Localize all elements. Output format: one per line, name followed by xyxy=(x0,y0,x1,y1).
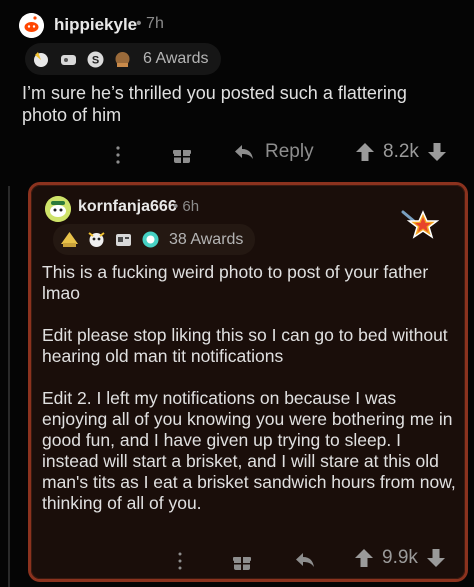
awards-count: 38 Awards xyxy=(169,230,244,248)
username[interactable]: kornfanja666 xyxy=(78,198,177,216)
award-icon xyxy=(88,232,105,247)
snoo-avatar-icon xyxy=(19,13,44,38)
svg-text:S: S xyxy=(92,54,99,66)
score: 9.9k xyxy=(382,547,418,568)
award-icon xyxy=(142,231,159,248)
snoo-avatar-icon xyxy=(45,196,71,222)
more-options-icon[interactable] xyxy=(174,550,186,572)
upvote-icon[interactable] xyxy=(354,547,374,569)
awards-bar[interactable]: 38 Awards xyxy=(53,224,256,255)
timestamp: • 6h xyxy=(173,198,200,215)
paragraph: This is a fucking weird photo to post of… xyxy=(42,262,429,303)
award-icon xyxy=(61,54,76,65)
comment-body: I’m sure he’s thrilled you posted such a… xyxy=(22,83,407,125)
thread-line[interactable] xyxy=(8,186,10,587)
gift-icon[interactable] xyxy=(172,145,192,165)
username[interactable]: hippiekyle xyxy=(54,15,137,35)
downvote-icon[interactable] xyxy=(426,547,446,569)
paragraph: Edit please stop liking this so I can go… xyxy=(42,325,448,366)
awards-bar[interactable]: S 6 Awards xyxy=(25,43,221,75)
awards-count: 6 Awards xyxy=(143,50,209,67)
score: 8.2k xyxy=(383,141,419,162)
reply-arrow-icon xyxy=(235,145,253,159)
upvote-icon[interactable] xyxy=(355,141,375,163)
award-icon xyxy=(34,51,48,67)
paragraph: Edit 2. I left my notifications on becau… xyxy=(42,388,456,513)
downvote-icon[interactable] xyxy=(427,141,447,163)
reply-button[interactable]: Reply xyxy=(233,141,314,163)
timestamp: • 7h xyxy=(136,15,164,32)
gift-icon[interactable] xyxy=(232,552,252,572)
comment-body: This is a fucking weird photo to post of… xyxy=(42,262,462,535)
avatar[interactable] xyxy=(19,13,44,38)
avatar[interactable] xyxy=(45,196,71,222)
vote-controls: 8.2k xyxy=(355,141,447,163)
reply-label: Reply xyxy=(265,141,314,162)
award-icon xyxy=(116,234,131,246)
award-icon: S xyxy=(87,51,104,67)
reply-comment: kornfanja666 • 6h 38 Awards This is a fu… xyxy=(28,182,468,582)
award-icon xyxy=(115,51,130,67)
award-icon xyxy=(61,232,78,247)
more-options-icon[interactable] xyxy=(111,143,125,167)
vote-controls: 9.9k xyxy=(354,547,446,569)
star-award-icon xyxy=(401,210,439,239)
reply-arrow-icon[interactable] xyxy=(294,551,316,569)
